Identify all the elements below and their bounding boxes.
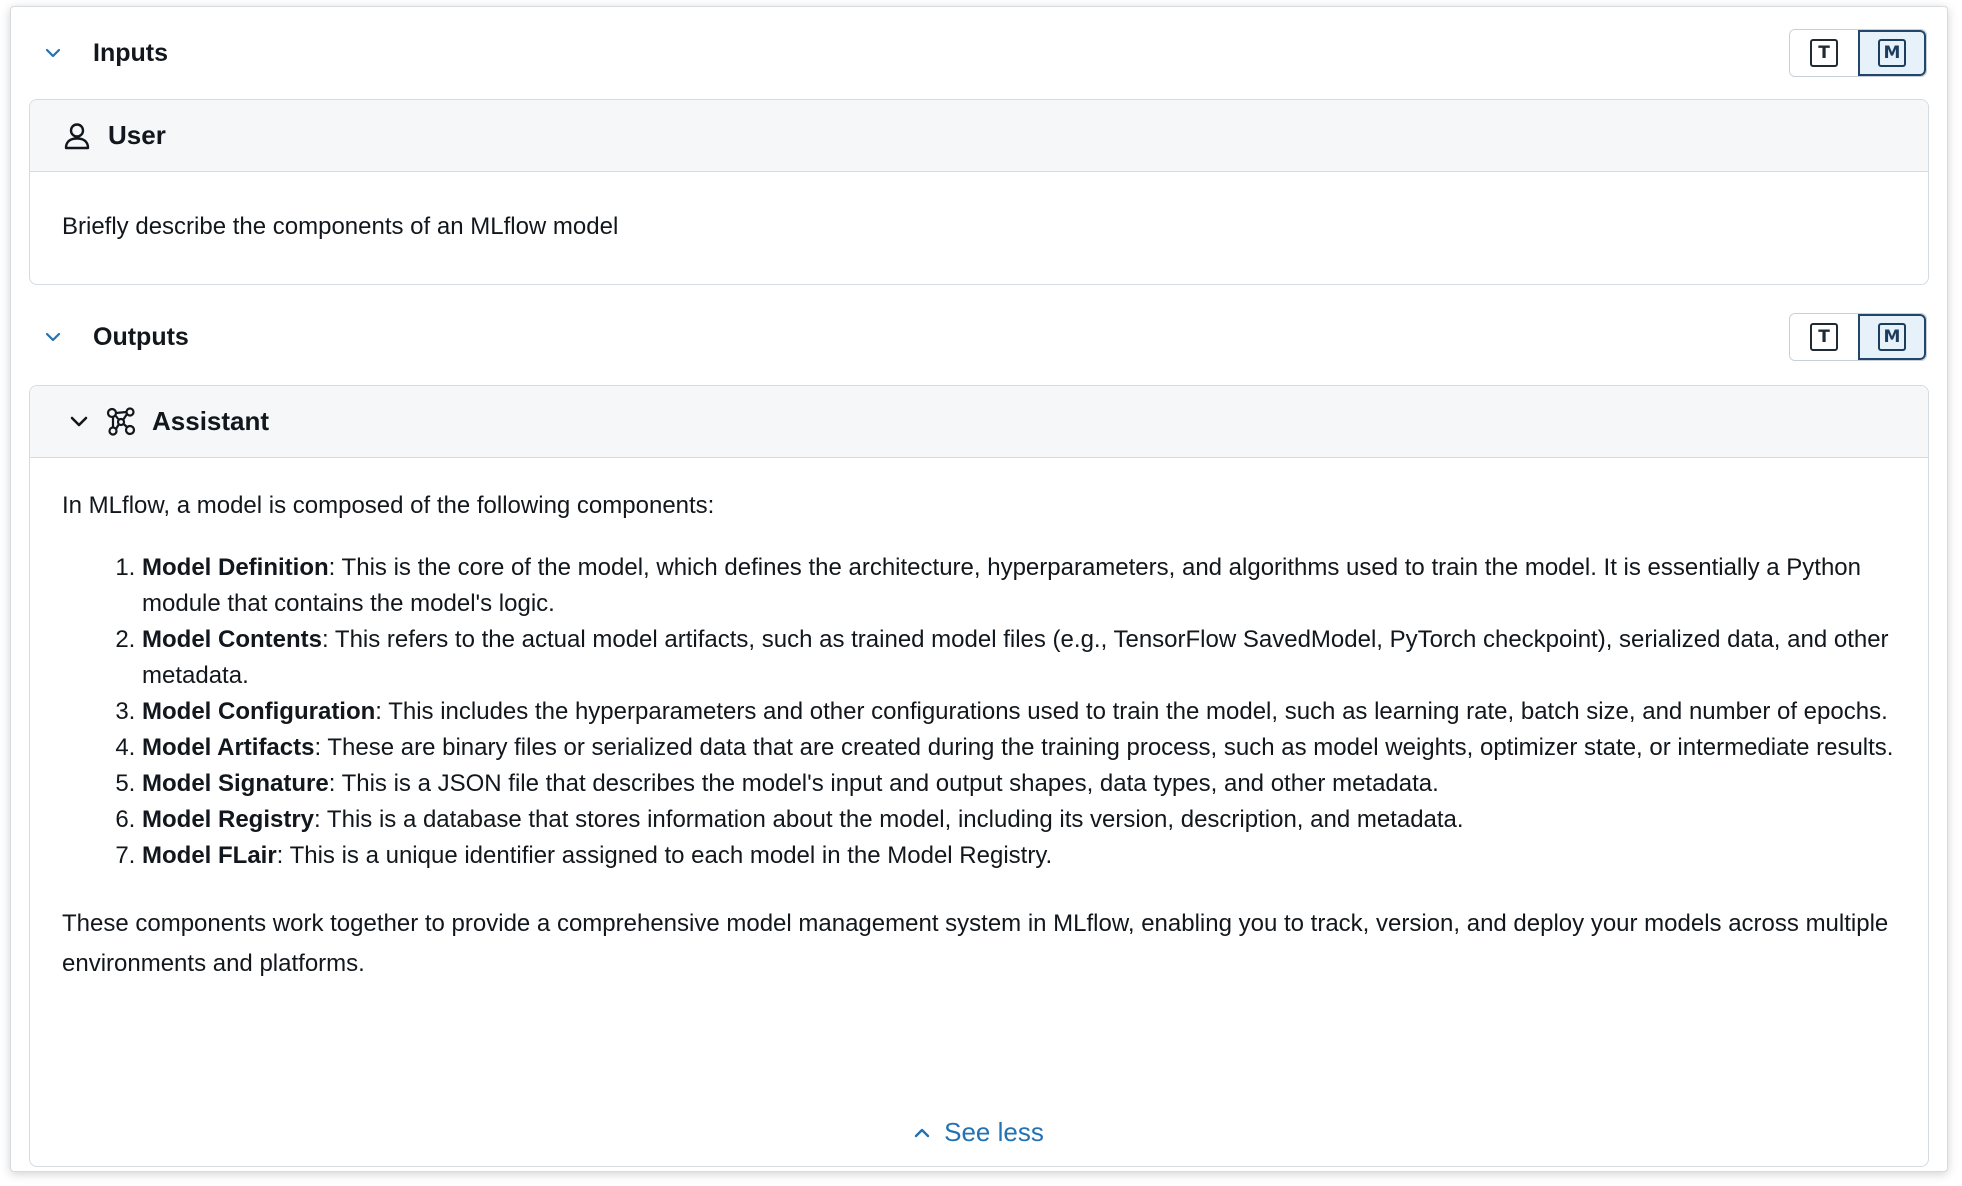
markdown-format-icon: M	[1878, 323, 1906, 351]
list-item-text: : This is the core of the model, which d…	[142, 554, 1861, 617]
list-item-term: Model Contents	[142, 626, 322, 653]
list-item-term: Model Signature	[142, 770, 329, 797]
list-item-text: : This is a JSON file that describes the…	[328, 770, 1439, 797]
list-item-text: : This refers to the actual model artifa…	[142, 626, 1889, 689]
assistant-outro: These components work together to provid…	[62, 910, 1889, 977]
text-format-icon: T	[1810, 323, 1838, 351]
assistant-collapse-chevron-down-icon[interactable]	[66, 409, 92, 435]
user-role-label: User	[108, 120, 166, 150]
outputs-collapse-chevron-down-icon[interactable]	[41, 325, 65, 349]
list-item: Model Registry: This is a database that …	[142, 802, 1896, 838]
list-item-term: Model Definition	[142, 554, 329, 581]
list-item-text: : This is a unique identifier assigned t…	[276, 842, 1053, 869]
list-item: Model Definition: This is the core of th…	[142, 550, 1896, 622]
see-less-button[interactable]: See less	[30, 1117, 1928, 1148]
text-format-icon: T	[1810, 39, 1838, 67]
outputs-section-header: Outputs T M	[31, 309, 1927, 365]
list-item-term: Model Artifacts	[142, 734, 315, 761]
outputs-format-toggle: T M	[1789, 313, 1927, 361]
inputs-section-header: Inputs T M	[31, 25, 1927, 81]
markdown-format-icon: M	[1878, 39, 1906, 67]
inputs-format-toggle: T M	[1789, 29, 1927, 77]
chevron-up-icon	[914, 1128, 930, 1138]
inputs-collapse-chevron-down-icon[interactable]	[41, 41, 65, 65]
assistant-intro: In MLflow, a model is composed of the fo…	[62, 492, 715, 519]
outputs-title: Outputs	[93, 322, 189, 351]
assistant-message-card: Assistant In MLflow, a model is composed…	[29, 385, 1929, 1167]
inputs-title: Inputs	[93, 38, 168, 67]
user-icon	[60, 119, 94, 153]
assistant-message-content: In MLflow, a model is composed of the fo…	[30, 458, 1928, 984]
list-item: Model FLair: This is a unique identifier…	[142, 838, 1896, 874]
list-item-term: Model FLair	[142, 842, 277, 869]
components-list: Model Definition: This is the core of th…	[62, 550, 1896, 874]
list-item-text: : These are binary files or serialized d…	[314, 734, 1894, 761]
list-item: Model Contents: This refers to the actua…	[142, 622, 1896, 694]
list-item-text: : This includes the hyperparameters and …	[375, 698, 1888, 725]
trace-io-panel: Inputs T M User Briefly describe the com…	[10, 6, 1948, 1172]
list-item-term: Model Configuration	[142, 698, 376, 725]
inputs-markdown-format-button[interactable]: M	[1858, 30, 1926, 76]
sparkle-nodes-icon	[104, 405, 138, 439]
user-message-header: User	[30, 100, 1928, 172]
inputs-text-format-button[interactable]: T	[1790, 30, 1858, 76]
list-item: Model Configuration: This includes the h…	[142, 694, 1896, 730]
list-item-term: Model Registry	[142, 806, 315, 833]
outputs-markdown-format-button[interactable]: M	[1858, 314, 1926, 360]
list-item: Model Signature: This is a JSON file tha…	[142, 766, 1896, 802]
assistant-role-label: Assistant	[152, 406, 270, 436]
assistant-message-header: Assistant	[30, 386, 1928, 458]
see-less-label: See less	[944, 1117, 1044, 1147]
user-message-card: User Briefly describe the components of …	[29, 99, 1929, 285]
list-item: Model Artifacts: These are binary files …	[142, 730, 1896, 766]
list-item-text: : This is a database that stores informa…	[314, 806, 1464, 833]
user-message-content: Briefly describe the components of an ML…	[62, 213, 619, 240]
outputs-text-format-button[interactable]: T	[1790, 314, 1858, 360]
